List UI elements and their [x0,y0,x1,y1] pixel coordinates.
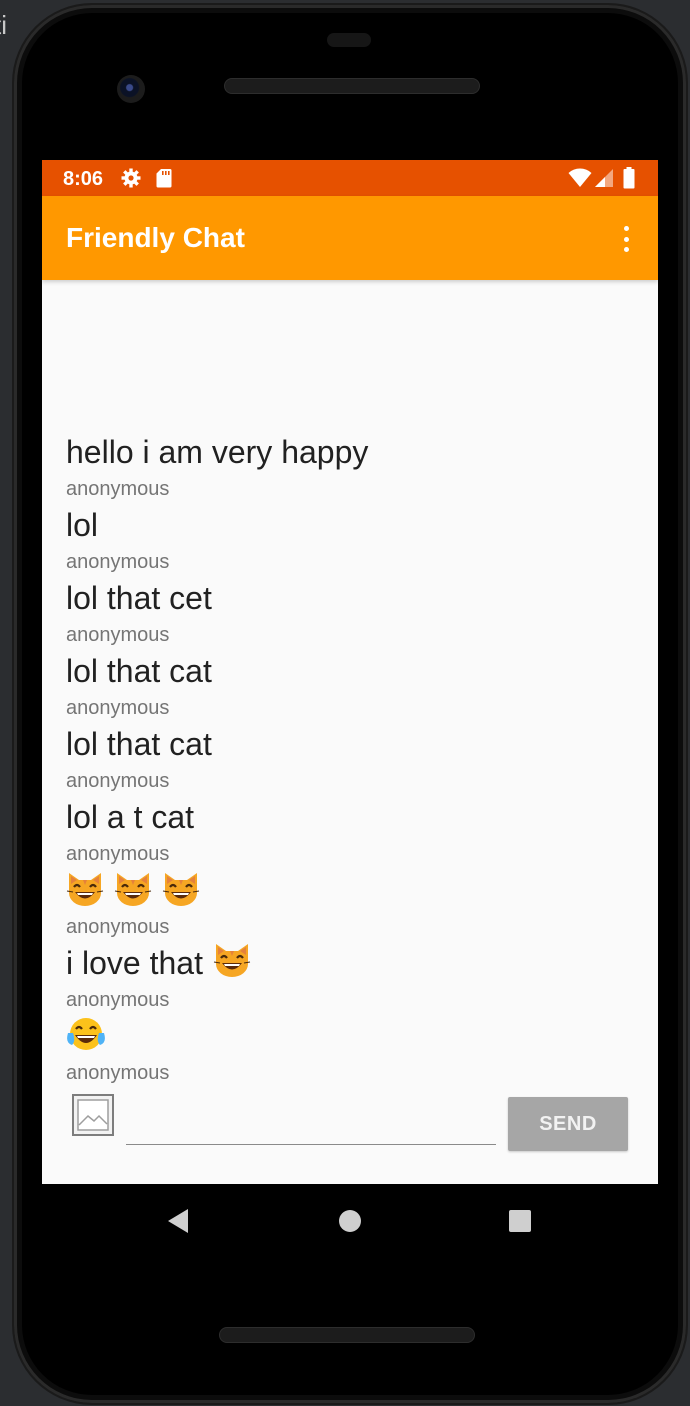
send-button[interactable]: SEND [508,1097,628,1151]
message-text: lol [66,507,98,544]
bottom-speaker [219,1327,475,1343]
battery-icon [623,167,635,189]
tears-of-joy-emoji-icon [66,1017,106,1061]
message-item: i love that anonymous [66,941,636,1014]
front-camera [117,75,145,103]
message-text: hello i am very happy [66,434,368,471]
message-text: i love that [66,942,251,986]
message-item: anonymous [66,868,636,941]
message-text: lol that cat [66,726,212,763]
message-author: anonymous [66,916,170,938]
message-input[interactable] [126,1100,496,1145]
grinning-cat-emoji-icon [162,871,200,915]
message-item: lol a t cat anonymous [66,795,636,868]
message-author: anonymous [66,770,170,792]
message-text: lol that cat [66,653,212,690]
message-item: anonymous [66,1014,636,1087]
message-item: lol anonymous [66,503,636,576]
message-list: hello i am very happy anonymous lol anonymo… [66,430,636,1087]
message-author: anonymous [66,551,170,573]
image-icon[interactable] [72,1094,114,1136]
message-text: lol that cet [66,580,212,617]
sd-card-icon [156,168,172,188]
app-bar: Friendly Chat [42,196,658,280]
gear-icon [121,168,141,188]
earpiece-speaker [224,78,480,94]
message-text-content: lol a t cat [66,799,195,835]
message-author: anonymous [66,478,170,500]
message-item: lol that cat anonymous [66,649,636,722]
message-author: anonymous [66,1062,170,1084]
signal-icon [594,168,614,188]
grinning-cat-emoji-icon [213,942,251,986]
grinning-cat-emoji-icon [66,871,104,915]
message-author: anonymous [66,624,170,646]
home-icon[interactable] [338,1208,362,1239]
message-text [66,1017,106,1061]
message-text-content: i love that [66,945,203,981]
message-author: anonymous [66,843,170,865]
wifi-icon [568,168,592,188]
message-text-content: lol that cat [66,653,212,689]
message-item: lol that cet anonymous [66,576,636,649]
app-title: Friendly Chat [66,222,245,253]
grinning-cat-emoji-icon [114,871,152,915]
sensor-slot [327,33,371,47]
message-text-content: lol [66,507,99,543]
back-icon[interactable] [166,1208,190,1239]
message-author: anonymous [66,989,170,1011]
message-text-content: hello i am very happy [66,434,369,470]
app-screen: 8:06 Friendly Chat hello i am very happy… [42,160,658,1184]
message-composer: SEND [42,1090,658,1160]
message-text [66,871,200,915]
status-time: 8:06 [63,168,104,190]
message-author: anonymous [66,697,170,719]
overflow-menu-icon[interactable] [614,224,638,254]
message-item: hello i am very happy anonymous [66,430,636,503]
message-text-content: lol that cet [66,580,212,616]
navigation-bar [42,1184,658,1256]
message-text: lol a t cat [66,799,194,836]
recents-icon[interactable] [508,1208,532,1239]
message-text-content: lol that cat [66,726,212,762]
ide-text-fragment: ti [0,10,7,40]
message-item: lol that cat anonymous [66,722,636,795]
status-bar: 8:06 [42,160,658,196]
